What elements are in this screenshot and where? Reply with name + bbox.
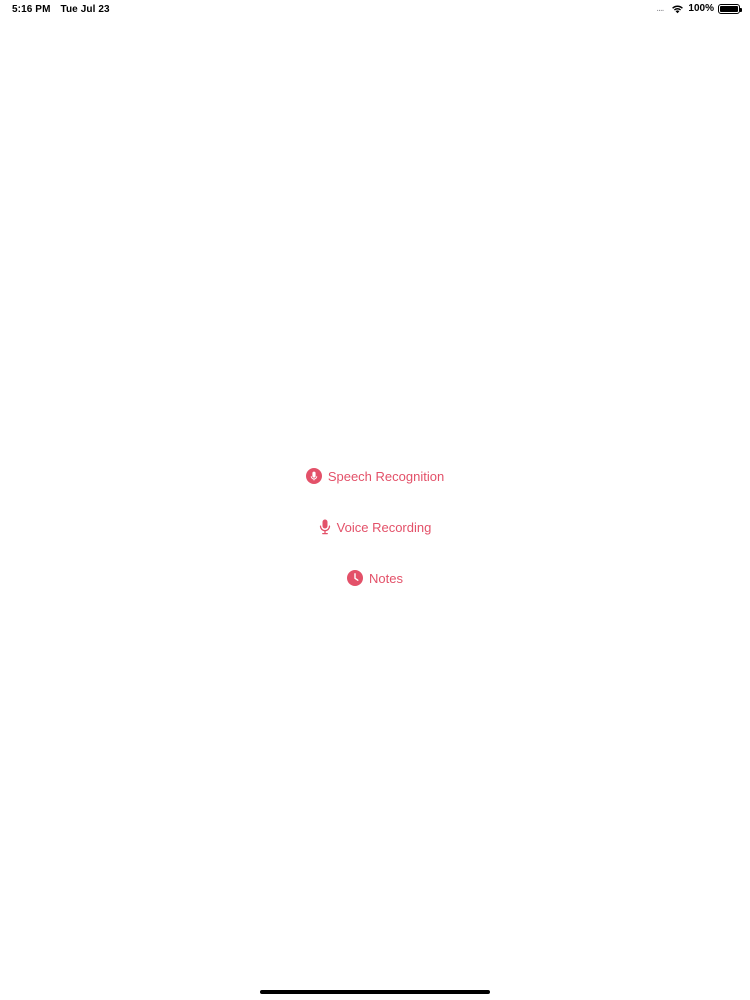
status-bar: 5:16 PM Tue Jul 23 .... 100% [0,0,750,20]
status-date: Tue Jul 23 [60,4,110,15]
screen: 5:16 PM Tue Jul 23 .... 100% Speech Reco… [0,0,750,1000]
mic-icon [319,519,331,535]
status-time: 5:16 PM [12,4,51,15]
notes-button[interactable]: Notes [0,564,750,592]
voice-recording-button[interactable]: Voice Recording [0,513,750,541]
status-right: .... 100% [656,3,742,14]
speech-recognition-button[interactable]: Speech Recognition [0,462,750,490]
clock-icon [347,570,364,586]
speech-recognition-label: Speech Recognition [327,468,445,484]
battery-percent: 100% [688,3,714,14]
mic-circle-icon [305,468,322,484]
wifi-icon [671,4,684,14]
battery-icon [718,3,742,14]
status-left: 5:16 PM Tue Jul 23 [12,4,110,15]
multitasking-dots: .... [656,3,664,14]
voice-recording-label: Voice Recording [336,519,432,535]
notes-label: Notes [369,570,403,586]
home-indicator[interactable] [260,990,490,994]
